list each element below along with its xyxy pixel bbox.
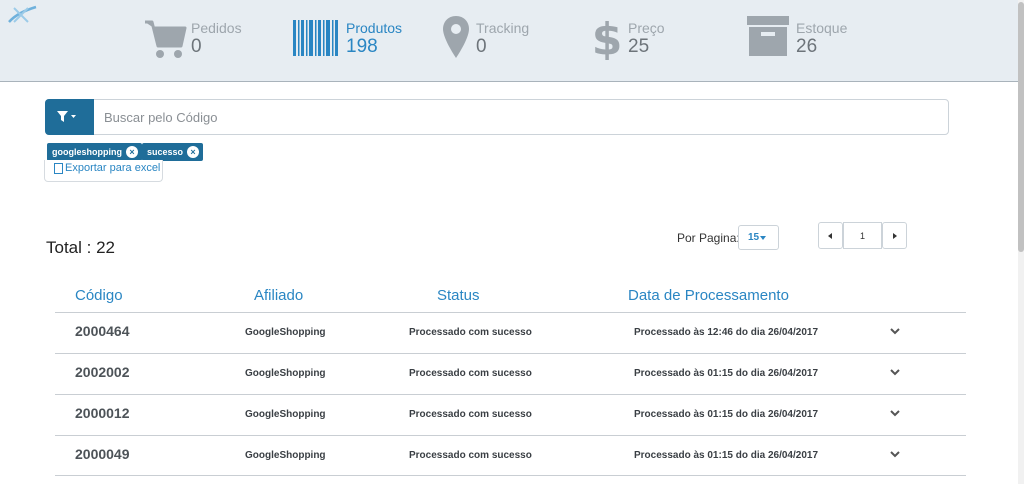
per-page-label: Por Pagina: [677,231,740,245]
stat-value: 198 [346,36,378,57]
stat-label: Pedidos [191,20,242,36]
total-count: Total : 22 [46,238,115,257]
map-pin-icon [443,16,469,58]
svg-text:$: $ [594,14,620,60]
page-number-input[interactable] [843,222,882,249]
scrollbar-thumb[interactable] [1018,2,1024,252]
row-date: Processado às 01:15 do dia 26/04/2017 [634,368,818,379]
chevron-down-icon[interactable] [889,366,901,378]
row-date: Processado às 01:15 do dia 26/04/2017 [634,450,818,461]
filter-tag-googleshopping: googleshopping × [47,143,142,161]
barcode-icon [293,20,338,56]
stat-label: Produtos [346,20,403,36]
logo-icon[interactable] [6,4,38,26]
triangle-left-icon [828,233,832,239]
stat-estoque[interactable]: Estoque 26 [747,14,857,58]
scrollbar[interactable] [1018,0,1024,484]
row-status: Processado com sucesso [409,327,532,338]
row-code: 2000049 [75,446,130,462]
chevron-down-icon[interactable] [889,448,901,460]
per-page-value: 15 [748,232,760,243]
column-header-codigo[interactable]: Código [75,287,123,304]
filter-tag-label: googleshopping [52,147,122,157]
filter-button[interactable] [45,99,94,135]
row-affiliate: GoogleShopping [245,409,326,420]
next-page-button[interactable] [882,222,907,249]
caret-down-icon [760,236,766,240]
dollar-icon: $ [594,14,620,60]
row-affiliate: GoogleShopping [245,368,326,379]
stat-pedidos[interactable]: Pedidos 0 [143,14,253,58]
stat-value: 0 [191,36,202,57]
row-status: Processado com sucesso [409,409,532,420]
filter-tag-label: sucesso [147,147,184,157]
table-row[interactable]: 2002002 GoogleShopping Processado com su… [55,353,966,394]
row-status: Processado com sucesso [409,450,532,461]
triangle-right-icon [893,233,897,239]
row-code: 2000012 [75,405,130,421]
search-bar [45,99,949,135]
stat-produtos[interactable]: Produtos 198 [293,14,413,58]
filter-icon [57,111,76,122]
export-label: Exportar para excel [65,162,161,174]
column-header-data[interactable]: Data de Processamento [628,287,789,304]
search-input[interactable] [104,100,934,134]
table-row[interactable]: 2000464 GoogleShopping Processado com su… [55,312,966,353]
table-row[interactable]: 2000049 GoogleShopping Processado com su… [55,435,966,476]
prev-page-button[interactable] [818,222,843,249]
filter-tag-sucesso: sucesso × [142,143,204,161]
per-page-select[interactable]: 15 [738,225,779,250]
stat-value: 0 [476,36,487,57]
archive-box-icon [747,16,789,56]
remove-tag-icon[interactable]: × [187,146,200,158]
stat-value: 26 [796,36,818,57]
row-date: Processado às 12:46 do dia 26/04/2017 [634,327,818,338]
row-code: 2000464 [75,323,130,339]
cart-icon [145,20,187,58]
stat-preco[interactable]: $ Preço 25 [594,14,684,60]
column-header-afiliado[interactable]: Afiliado [254,287,303,304]
stats-header: Pedidos 0 Produtos 198 Tracking 0 $ Preç… [0,0,1018,82]
export-excel-button[interactable]: Exportar para excel [44,160,163,182]
chevron-down-icon[interactable] [889,325,901,337]
stat-label: Estoque [796,20,848,36]
remove-tag-icon[interactable]: × [126,146,138,158]
stat-tracking[interactable]: Tracking 0 [443,14,543,58]
table-row[interactable]: 2000012 GoogleShopping Processado com su… [55,394,966,435]
row-affiliate: GoogleShopping [245,327,326,338]
excel-file-icon [54,163,63,174]
stat-label: Preço [628,20,665,36]
row-date: Processado às 01:15 do dia 26/04/2017 [634,409,818,420]
chevron-down-icon[interactable] [889,407,901,419]
page: Pedidos 0 Produtos 198 Tracking 0 $ Preç… [0,0,1024,484]
row-code: 2002002 [75,364,130,380]
stat-label: Tracking [476,20,530,36]
stat-value: 25 [628,36,650,57]
column-header-status[interactable]: Status [437,287,480,304]
row-status: Processado com sucesso [409,368,532,379]
row-affiliate: GoogleShopping [245,450,326,461]
